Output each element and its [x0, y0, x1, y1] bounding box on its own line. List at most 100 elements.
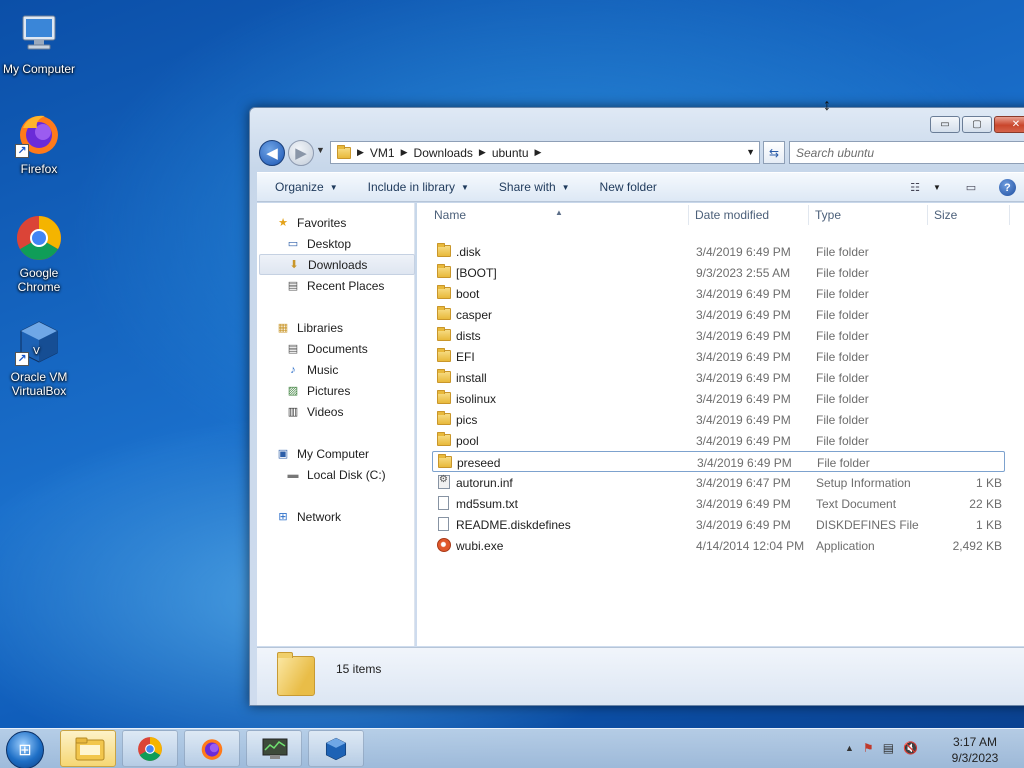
navigation-pane: ★ Favorites ▭ Desktop ⬇ Downloads ▤ Rece…: [257, 203, 415, 646]
file-row[interactable]: install 3/4/2019 6:49 PM File folder: [432, 367, 1005, 388]
column-divider[interactable]: [808, 205, 809, 225]
shortcut-arrow-icon: ↗: [15, 352, 29, 366]
file-row[interactable]: .disk 3/4/2019 6:49 PM File folder: [432, 241, 1005, 262]
file-row[interactable]: dists 3/4/2019 6:49 PM File folder: [432, 325, 1005, 346]
file-row[interactable]: README.diskdefines 3/4/2019 6:49 PM DISKDE…: [432, 514, 1005, 535]
column-header-name[interactable]: Name: [434, 208, 466, 222]
folder-icon: [75, 736, 105, 762]
folder-icon: [437, 327, 451, 342]
computer-icon: [15, 10, 63, 58]
file-row[interactable]: EFI 3/4/2019 6:49 PM File folder: [432, 346, 1005, 367]
file-row[interactable]: wubi.exe 4/14/2014 12:04 PM Application 2,4…: [432, 535, 1005, 556]
file-type: File folder: [816, 434, 869, 448]
column-divider[interactable]: [927, 205, 928, 225]
breadcrumb-vm1[interactable]: VM1: [370, 146, 395, 160]
clock[interactable]: 3:17 AM 9/3/2023: [940, 734, 1010, 766]
sidebar-item-my-computer[interactable]: ▣ My Computer: [275, 443, 431, 464]
breadcrumb-separator-icon[interactable]: ▶: [535, 147, 542, 158]
breadcrumb-separator-icon[interactable]: ▶: [479, 147, 486, 158]
change-view-icon[interactable]: ☷: [905, 180, 925, 196]
chevron-down-icon: ▼: [461, 182, 469, 192]
recent-pages-dropdown[interactable]: ▼: [316, 145, 325, 155]
preview-pane-icon[interactable]: ▭: [961, 180, 981, 196]
search-box[interactable]: ⌕: [789, 141, 1024, 164]
file-row[interactable]: isolinux 3/4/2019 6:49 PM File folder: [432, 388, 1005, 409]
desktop-icon-my-computer[interactable]: My Computer: [0, 10, 78, 76]
column-header-row: Name ▲ Date modified Type Size: [417, 203, 1024, 227]
file-row[interactable]: autorun.inf 3/4/2019 6:47 PM Setup Informa…: [432, 472, 1005, 493]
folder-icon: [337, 145, 351, 159]
desktop-icon: ▭: [287, 238, 299, 250]
file-name: pics: [456, 413, 478, 427]
document-icon: [437, 517, 451, 531]
start-button[interactable]: ⊞: [6, 731, 44, 768]
network-status-icon[interactable]: ▤: [883, 741, 894, 755]
refresh-button[interactable]: ⇆: [763, 141, 785, 164]
column-header-date-modified[interactable]: Date modified: [695, 208, 769, 222]
file-date-modified: 3/4/2019 6:49 PM: [696, 434, 791, 448]
network-icon: ⊞: [278, 511, 288, 523]
breadcrumb-separator-icon[interactable]: ▶: [357, 147, 364, 158]
file-type: Text Document: [816, 497, 897, 511]
address-dropdown-icon[interactable]: ▼: [746, 147, 755, 157]
file-row[interactable]: preseed 3/4/2019 6:49 PM File folder: [432, 451, 1005, 472]
file-list: Name ▲ Date modified Type Size .disk 3/4/…: [417, 203, 1024, 646]
firefox-taskbar-button[interactable]: [184, 730, 240, 767]
maximize-button[interactable]: ▢: [962, 116, 992, 133]
share-with-button[interactable]: Share with ▼: [481, 180, 582, 194]
include-in-library-button[interactable]: Include in library ▼: [350, 180, 481, 194]
column-header-size[interactable]: Size: [934, 208, 957, 222]
new-folder-button[interactable]: New folder: [582, 180, 669, 194]
caption-buttons: ▭ ▢ ✕: [930, 116, 1024, 133]
breadcrumb-downloads[interactable]: Downloads: [414, 146, 473, 160]
help-icon[interactable]: ?: [998, 179, 1016, 196]
view-dropdown-icon[interactable]: ▼: [933, 183, 941, 192]
column-divider[interactable]: [1009, 205, 1010, 225]
include-in-library-label: Include in library: [367, 180, 455, 194]
new-folder-label: New folder: [599, 180, 657, 194]
search-input[interactable]: [796, 145, 996, 160]
volume-muted-icon[interactable]: 🔇: [903, 741, 918, 755]
file-name: dists: [456, 329, 481, 343]
close-button[interactable]: ✕: [994, 116, 1024, 133]
breadcrumb-separator-icon[interactable]: ▶: [401, 147, 408, 158]
file-row[interactable]: [BOOT] 9/3/2023 2:55 AM File folder: [432, 262, 1005, 283]
forward-button[interactable]: ▶: [288, 140, 314, 166]
organize-button[interactable]: Organize ▼: [257, 180, 350, 194]
file-row[interactable]: boot 3/4/2019 6:49 PM File folder: [432, 283, 1005, 304]
show-hidden-icons-button[interactable]: ▲: [845, 743, 854, 753]
chrome-taskbar-button[interactable]: [122, 730, 178, 767]
file-row[interactable]: pool 3/4/2019 6:49 PM File folder: [432, 430, 1005, 451]
file-row[interactable]: casper 3/4/2019 6:49 PM File folder: [432, 304, 1005, 325]
downloads-folder-icon: ⬇: [289, 259, 299, 271]
desktop-icon-firefox[interactable]: ↗ Firefox: [0, 110, 78, 176]
sidebar-item-favorites[interactable]: ★ Favorites: [275, 212, 431, 233]
sidebar-item-label: Videos: [307, 404, 344, 419]
column-header-type[interactable]: Type: [815, 208, 841, 222]
back-button[interactable]: ◀: [259, 140, 285, 166]
virtualbox-taskbar-button[interactable]: [308, 730, 364, 767]
explorer-taskbar-button[interactable]: [60, 730, 116, 767]
action-center-flag-icon[interactable]: ⚑: [863, 741, 874, 755]
resize-cursor-icon: ↕: [823, 97, 831, 114]
sidebar-item-label: Network: [297, 509, 342, 524]
sidebar-item-downloads[interactable]: ⬇ Downloads: [259, 254, 415, 275]
breadcrumb-ubuntu[interactable]: ubuntu: [492, 146, 529, 160]
taskmanager-taskbar-button[interactable]: [246, 730, 302, 767]
file-date-modified: 4/14/2014 12:04 PM: [696, 539, 805, 553]
column-divider[interactable]: [688, 205, 689, 225]
file-date-modified: 3/4/2019 6:49 PM: [696, 245, 791, 259]
desktop-icon-chrome[interactable]: Google Chrome: [0, 214, 78, 294]
file-date-modified: 3/4/2019 6:49 PM: [696, 392, 791, 406]
videos-icon: ▥: [287, 406, 299, 418]
address-bar[interactable]: ▶ VM1 ▶ Downloads ▶ ubuntu ▶ ▼: [330, 141, 760, 164]
file-type: DISKDEFINES File: [816, 518, 919, 532]
desktop-icon-virtualbox[interactable]: V ↗ Oracle VM VirtualBox: [0, 318, 78, 398]
sidebar-item-network[interactable]: ⊞ Network: [275, 506, 431, 527]
sidebar-item-libraries[interactable]: ▦ Libraries: [275, 317, 431, 338]
file-row[interactable]: pics 3/4/2019 6:49 PM File folder: [432, 409, 1005, 430]
file-row[interactable]: md5sum.txt 3/4/2019 6:49 PM Text Document 2…: [432, 493, 1005, 514]
sidebar-item-label: Local Disk (C:): [307, 467, 386, 482]
shortcut-arrow-icon: ↗: [15, 144, 29, 158]
minimize-button[interactable]: ▭: [930, 116, 960, 133]
